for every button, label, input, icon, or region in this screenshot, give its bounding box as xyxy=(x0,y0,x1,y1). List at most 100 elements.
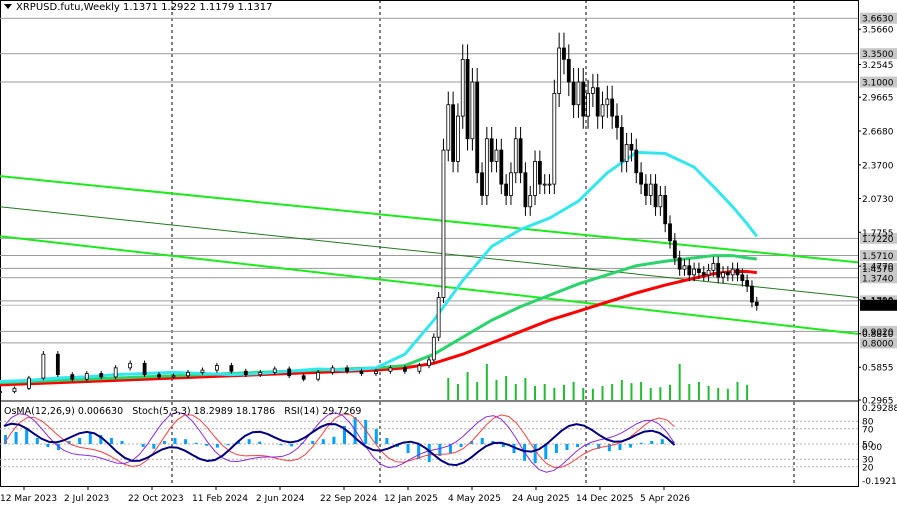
candle-body xyxy=(0,391,2,394)
osma-bar xyxy=(258,441,262,444)
candle-body xyxy=(740,274,745,281)
osma-bar xyxy=(141,444,145,447)
indicator-axis-label: 20 xyxy=(862,463,874,473)
price-tick-label: 0.5855 xyxy=(862,364,894,374)
price-tick-label: 3.5660 xyxy=(862,26,894,36)
volume-bar xyxy=(678,364,681,400)
osma-bar xyxy=(46,444,50,447)
osma-bar xyxy=(565,444,569,450)
indicator-axis-label: 0.00 xyxy=(862,443,882,453)
osma-bar xyxy=(205,444,209,446)
chart-canvas[interactable]: 3.66303.35003.10001.72201.57101.45701.37… xyxy=(0,0,897,510)
time-axis-label: 12 Jan 2025 xyxy=(384,494,438,504)
indicator-axis-label: 70 xyxy=(862,425,874,435)
candle-body xyxy=(653,183,658,208)
candle-body xyxy=(605,98,610,106)
volume-bar xyxy=(611,384,614,400)
indicator-header: OsMA(12,26,9) 0.006630 Stoch(5,3,3) 18.2… xyxy=(4,406,367,417)
volume-bar xyxy=(620,380,623,400)
volume-bar xyxy=(697,382,700,400)
volume-bar xyxy=(524,378,527,400)
osma-bar xyxy=(88,432,92,444)
osma-label: OsMA(12,26,9) 0.006630 xyxy=(4,406,124,417)
level-label: 1.3740 xyxy=(862,274,894,284)
candle-body xyxy=(615,115,619,128)
candle-body xyxy=(687,265,692,276)
volume-bar xyxy=(649,388,652,400)
volume-bar xyxy=(572,382,575,400)
candle-body xyxy=(711,263,716,271)
candle-body xyxy=(528,195,533,208)
candle-body xyxy=(200,369,205,373)
candle-body xyxy=(272,368,277,373)
candle-body xyxy=(750,285,754,303)
candle-body xyxy=(619,127,624,162)
volume-bar xyxy=(514,384,517,400)
osma-bar xyxy=(374,429,378,444)
candle-body xyxy=(142,362,147,376)
ohlc-low: 1.1179 xyxy=(199,2,235,13)
candle-body xyxy=(629,144,634,151)
time-axis-label: 24 Aug 2025 xyxy=(512,494,570,504)
candle-body xyxy=(345,367,349,372)
price-tick-label: 0.8810 xyxy=(862,330,894,340)
time-axis-label: 5 Apr 2026 xyxy=(640,494,690,504)
volume-bar xyxy=(736,382,739,400)
candle-body xyxy=(624,144,629,162)
osma-bar xyxy=(618,444,622,450)
price-tick-label: 1.7755 xyxy=(862,229,894,239)
osma-bar xyxy=(184,439,188,444)
candle-body xyxy=(634,149,639,174)
candle-body xyxy=(229,365,234,372)
volume-bar xyxy=(562,384,565,400)
candle-body xyxy=(701,272,706,276)
candle-body xyxy=(258,371,263,376)
osma-bar xyxy=(533,444,537,464)
candle-body xyxy=(113,367,118,378)
candle-body xyxy=(330,367,335,373)
trend-line xyxy=(0,206,859,299)
candle-body xyxy=(639,172,643,185)
volume-bar xyxy=(591,388,594,400)
osma-bar xyxy=(78,438,82,444)
candle-body xyxy=(682,265,687,270)
osma-bar xyxy=(459,444,463,447)
osma-bar xyxy=(576,444,580,447)
time-axis-label: 12 Mar 2023 xyxy=(0,494,57,504)
osma-bar xyxy=(480,438,484,444)
candle-body xyxy=(475,81,480,174)
candle-body xyxy=(754,301,759,306)
osma-bar xyxy=(215,444,219,448)
chart-root: 3.6630 3.3500 3.1000 1.7220 1.5710 1.4570 1.37… xyxy=(0,0,897,510)
time-axis-label: 14 Dec 2025 xyxy=(576,494,634,504)
candle-body xyxy=(595,87,600,117)
level-label: 0.8000 xyxy=(862,339,894,349)
osma-bar xyxy=(629,444,633,448)
symbol-name: XRPUSD.futu xyxy=(16,2,81,13)
osma-bar xyxy=(25,429,29,444)
volume-bar xyxy=(485,364,488,400)
candle-body xyxy=(547,183,552,186)
candle-body xyxy=(436,297,441,338)
price-tick-label: 2.6680 xyxy=(862,128,894,138)
volume-bar xyxy=(659,387,662,400)
level-label: 3.3500 xyxy=(862,50,894,60)
level-label: 3.1000 xyxy=(862,79,894,89)
time-axis-label: 2 Jul 2023 xyxy=(64,494,109,504)
osma-bar xyxy=(311,441,315,444)
candle-body xyxy=(716,263,721,278)
volume-bar xyxy=(640,382,643,400)
candle-body xyxy=(465,58,470,140)
ohlc-close: 1.1317 xyxy=(237,2,273,13)
time-axis-label: 4 May 2025 xyxy=(448,494,501,504)
volume-bar xyxy=(505,376,508,400)
price-tick-label: 1.4770 xyxy=(862,263,894,273)
osma-bar xyxy=(639,442,643,444)
candle-body xyxy=(484,138,489,196)
candle-body xyxy=(374,370,378,374)
candle-body xyxy=(513,138,518,174)
osma-bar xyxy=(14,432,18,444)
osma-bar xyxy=(660,439,664,444)
candle-body xyxy=(70,374,75,380)
triangle-down-icon[interactable] xyxy=(4,4,12,9)
